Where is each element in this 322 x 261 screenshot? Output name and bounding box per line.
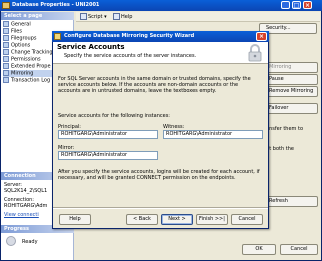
help-toolbar-button[interactable]: Help (113, 13, 132, 21)
wizard-divider (53, 207, 268, 209)
window-title: Database Properties - UNI2001 (0, 0, 322, 11)
app-icon (2, 2, 10, 9)
minimize-button[interactable]: _ (281, 1, 290, 9)
nav-item-label: Change Tracking (11, 49, 53, 56)
connection-value: ROHITGARG\Adm (4, 203, 48, 209)
mirror-account-field[interactable]: ROHITGARG\Administrator (58, 151, 158, 160)
wizard-subheading: Specify the service accounts of the serv… (64, 53, 197, 59)
server-value: SQL2K14_2\SQL1 (4, 188, 48, 194)
help-icon (113, 13, 120, 20)
principal-account-field[interactable]: ROHITGARG\Administrator (58, 130, 158, 139)
pause-button[interactable]: Pause (262, 74, 318, 85)
page-icon (3, 35, 9, 41)
page-icon (3, 42, 9, 48)
wizard-close-button[interactable]: × (256, 32, 267, 41)
wizard-intro-text: For SQL Server accounts in the same doma… (58, 76, 251, 94)
lock-icon (248, 44, 262, 62)
nav-item-label: General (11, 21, 31, 28)
next-button[interactable]: Next > (161, 214, 193, 225)
back-button[interactable]: < Back (126, 214, 158, 225)
ready-spinner-icon (6, 236, 16, 246)
nav-item-label: Mirroring (11, 70, 34, 77)
nav-item-label: Extended Prope (11, 63, 51, 70)
nav-item-label: Permissions (11, 56, 41, 63)
help-button[interactable]: Help (59, 214, 91, 225)
nav-item-label: Transaction Log (11, 77, 51, 84)
failover-button[interactable]: Failover (262, 103, 318, 114)
nav-item-label: Options (11, 42, 31, 49)
wizard-heading: Service Accounts (57, 43, 125, 51)
witness-account-field[interactable]: ROHITGARG\Administrator (163, 130, 263, 139)
nav-item-general[interactable]: General (3, 21, 73, 28)
page-icon (3, 56, 9, 62)
nav-item-label: Filegroups (11, 35, 37, 42)
script-icon (80, 13, 87, 20)
page-icon (3, 21, 9, 27)
cancel-button[interactable]: Cancel (280, 244, 318, 255)
page-icon (3, 49, 9, 55)
page-icon (3, 77, 9, 83)
wizard-icon (54, 33, 61, 40)
select-page-header: Select a page (1, 12, 74, 20)
help-label: Help (121, 14, 133, 20)
remove-mirroring-button[interactable]: Remove Mirroring (262, 86, 318, 97)
mirroring-button[interactable]: Mirroring (262, 62, 318, 73)
wizard-cancel-button[interactable]: Cancel (231, 214, 263, 225)
ok-button[interactable]: OK (242, 244, 276, 255)
maximize-button[interactable]: □ (292, 1, 301, 9)
page-icon (3, 63, 9, 69)
close-button[interactable]: × (303, 1, 312, 9)
wizard-footnote: After you specify the service accounts, … (58, 169, 260, 181)
view-connection-link[interactable]: View connecti (4, 212, 39, 218)
service-accounts-label: Service accounts for the following insta… (58, 113, 170, 119)
ready-status: Ready (22, 239, 38, 245)
nav-item-label: Files (11, 28, 22, 35)
refresh-button[interactable]: Refresh (262, 196, 318, 207)
finish-button[interactable]: Finish >>| (196, 214, 228, 225)
script-label: Script (88, 14, 103, 20)
page-icon (3, 28, 9, 34)
side-text-transfer: transfer them to (262, 126, 304, 132)
wizard-title: Configure Database Mirroring Security Wi… (52, 31, 269, 42)
page-icon (3, 70, 9, 76)
script-button[interactable]: Script ▾ (80, 13, 107, 21)
